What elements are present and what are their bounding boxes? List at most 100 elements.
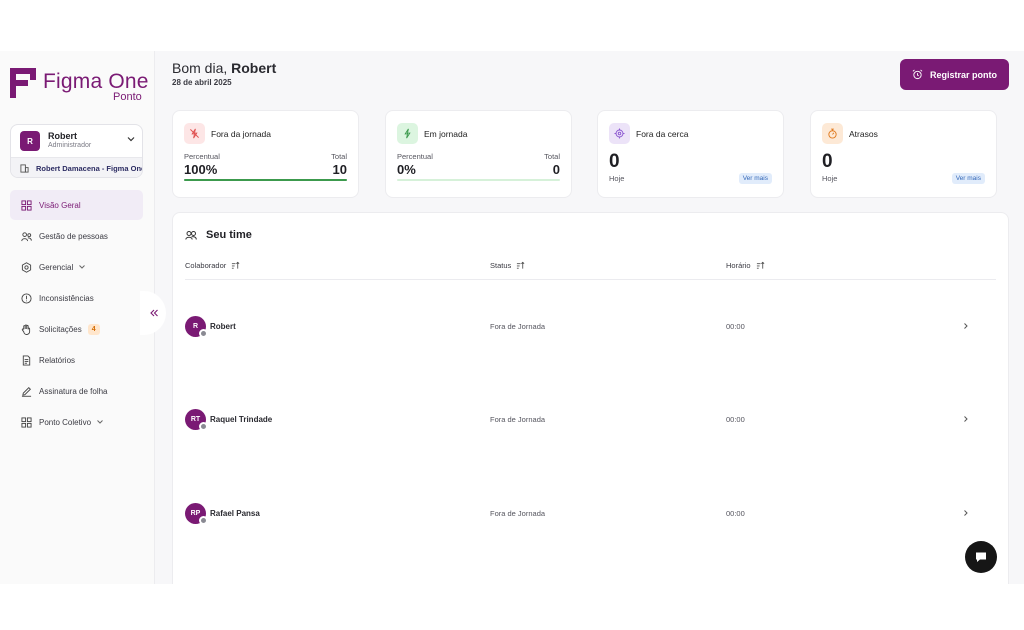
table-row[interactable]: RP Rafael Pansa Fora de Jornada 00:00 bbox=[185, 499, 996, 529]
app-frame: Figma One Ponto R Robert Administrador R… bbox=[0, 51, 1024, 584]
brand-logo[interactable]: Figma One Ponto bbox=[10, 68, 150, 108]
progress-bar bbox=[397, 179, 560, 181]
lightning-icon bbox=[404, 128, 411, 139]
sidebar-item-label: Relatórios bbox=[39, 355, 76, 365]
greeting-prefix: Bom dia, bbox=[172, 60, 228, 76]
logo-mark-icon bbox=[10, 68, 36, 98]
sidebar-item-solicitacoes[interactable]: Solicitações 4 bbox=[10, 314, 143, 344]
sidebar-item-visao-geral[interactable]: Visão Geral bbox=[10, 190, 143, 220]
page-title: Bom dia, Robert bbox=[172, 60, 276, 76]
see-more-button[interactable]: Ver mais bbox=[738, 173, 772, 184]
chevron-down-icon bbox=[79, 265, 86, 269]
alert-circle-icon bbox=[21, 292, 32, 304]
user-switcher[interactable]: R Robert Administrador Robert Damacena -… bbox=[10, 124, 143, 178]
column-label: Status bbox=[490, 261, 512, 270]
stat-fora-cerca: Fora da cerca 0 Hoje Ver mais bbox=[597, 110, 784, 198]
stat-atrasos: Atrasos 0 Hoje Ver mais bbox=[810, 110, 997, 198]
row-time: 00:00 bbox=[726, 509, 745, 518]
column-header-collaborator[interactable]: Colaborador bbox=[185, 261, 240, 270]
progress-fill bbox=[184, 179, 347, 181]
sidebar-item-gestao-pessoas[interactable]: Gestão de pessoas bbox=[10, 221, 143, 251]
sidebar-item-label: Assinatura de folha bbox=[39, 386, 108, 396]
stat-left-label: Percentual bbox=[184, 152, 220, 161]
user-name: Robert bbox=[48, 131, 77, 141]
row-time: 00:00 bbox=[726, 322, 745, 331]
double-chevron-left-icon bbox=[150, 309, 158, 317]
sidebar-item-label: Visão Geral bbox=[39, 200, 81, 210]
company-selector[interactable]: Robert Damacena - Figma One bbox=[11, 157, 142, 177]
section-title: Seu time bbox=[206, 229, 252, 241]
target-icon bbox=[614, 128, 625, 139]
divider bbox=[185, 279, 996, 280]
stat-title: Fora da cerca bbox=[636, 129, 689, 139]
stat-total: 10 bbox=[332, 162, 347, 177]
chevron-right-icon[interactable] bbox=[962, 415, 970, 423]
stat-fora-jornada: Fora da jornada Percentual Total 100% 10 bbox=[172, 110, 359, 198]
progress-bar bbox=[184, 179, 347, 181]
sidebar-item-inconsistencias[interactable]: Inconsistências bbox=[10, 283, 143, 313]
row-status: Fora de Jornada bbox=[490, 415, 546, 424]
sidebar-item-assinatura[interactable]: Assinatura de folha bbox=[10, 376, 143, 406]
report-icon bbox=[22, 354, 31, 366]
stat-total: 0 bbox=[552, 162, 560, 177]
row-status: Fora de Jornada bbox=[490, 322, 546, 331]
chat-bubble-icon bbox=[976, 552, 986, 562]
register-time-label: Registrar ponto bbox=[929, 69, 997, 80]
brand-sub: Ponto bbox=[113, 91, 142, 103]
grid-icon bbox=[21, 199, 32, 211]
stat-title: Em jornada bbox=[424, 129, 468, 139]
sidebar-item-relatorios[interactable]: Relatórios bbox=[10, 345, 143, 375]
column-header-time[interactable]: Horário bbox=[726, 261, 765, 270]
sidebar-item-label: Solicitações bbox=[39, 324, 82, 334]
table-row[interactable]: RT Raquel Trindade Fora de Jornada 00:00 bbox=[185, 405, 996, 435]
status-badge: 4 bbox=[87, 323, 100, 335]
stat-value: 0 bbox=[822, 151, 833, 172]
stat-icon-box bbox=[822, 123, 843, 144]
see-more-button[interactable]: Ver mais bbox=[951, 173, 985, 184]
grid-icon bbox=[21, 416, 32, 428]
stat-icon-box bbox=[184, 123, 205, 144]
sort-icon bbox=[232, 261, 240, 269]
chevron-right-icon[interactable] bbox=[962, 509, 970, 517]
sort-icon bbox=[517, 261, 525, 269]
table-row[interactable]: R Robert Fora de Jornada 00:00 bbox=[185, 312, 996, 342]
collaborator-name: Robert bbox=[210, 322, 236, 331]
sort-icon bbox=[756, 261, 764, 269]
row-status: Fora de Jornada bbox=[490, 509, 546, 518]
sidebar-item-ponto-coletivo[interactable]: Ponto Coletivo bbox=[10, 407, 143, 437]
chevron-down-icon bbox=[97, 420, 103, 424]
column-label: Horário bbox=[726, 261, 751, 270]
pen-icon bbox=[21, 386, 32, 397]
collapse-sidebar-button[interactable] bbox=[140, 291, 166, 335]
sidebar-item-label: Ponto Coletivo bbox=[39, 417, 92, 427]
team-header: Seu time bbox=[185, 229, 252, 241]
user-role: Administrador bbox=[48, 142, 92, 149]
hand-icon bbox=[21, 323, 31, 335]
sidebar-nav: Visão Geral Gestão de pessoas Gerencial … bbox=[10, 190, 143, 438]
stat-period: Hoje bbox=[609, 174, 625, 183]
sidebar-item-label: Inconsistências bbox=[39, 293, 94, 303]
building-icon bbox=[20, 164, 29, 173]
stat-title: Atrasos bbox=[849, 129, 878, 139]
stat-left-label: Percentual bbox=[397, 152, 433, 161]
stat-percent: 100% bbox=[184, 162, 218, 177]
stat-right-label: Total bbox=[544, 152, 560, 161]
stat-period: Hoje bbox=[822, 174, 838, 183]
stat-right-label: Total bbox=[331, 152, 347, 161]
cog-icon bbox=[21, 261, 32, 273]
collaborator-name: Rafael Pansa bbox=[210, 509, 260, 518]
row-time: 00:00 bbox=[726, 415, 745, 424]
chat-button[interactable] bbox=[965, 541, 997, 573]
sidebar-item-gerencial[interactable]: Gerencial bbox=[10, 252, 143, 282]
presence-dot bbox=[199, 516, 208, 525]
chevron-down-icon[interactable] bbox=[126, 134, 136, 144]
register-time-button[interactable]: Registrar ponto bbox=[900, 59, 1009, 90]
stat-icon-box bbox=[609, 123, 630, 144]
alarm-clock-icon bbox=[912, 69, 923, 80]
column-header-status[interactable]: Status bbox=[490, 261, 525, 270]
chevron-right-icon[interactable] bbox=[962, 322, 970, 330]
stat-percent: 0% bbox=[397, 162, 416, 177]
sidebar-item-label: Gestão de pessoas bbox=[39, 231, 108, 241]
presence-dot bbox=[199, 422, 208, 431]
sidebar-item-label: Gerencial bbox=[39, 262, 74, 272]
